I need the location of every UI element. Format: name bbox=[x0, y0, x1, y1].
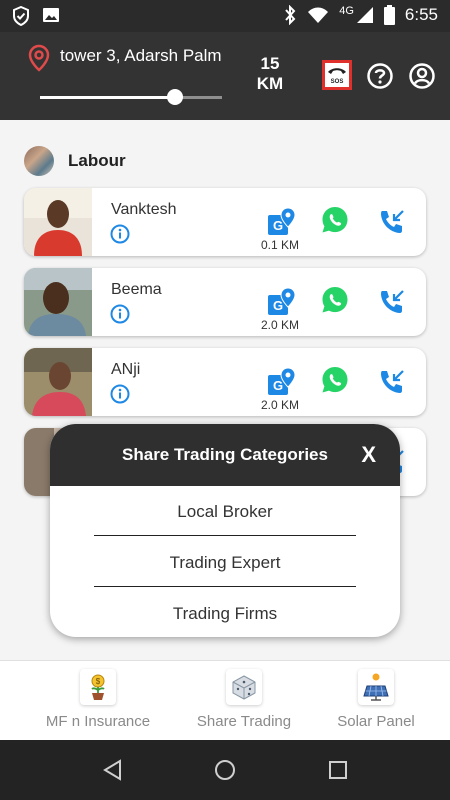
worker-name: Vanktesh bbox=[111, 201, 177, 218]
bottom-navigation: $ MF n Insurance Share Trading Solar Pan… bbox=[0, 660, 450, 740]
worker-card[interactable]: Vanktesh G 0.1 KM bbox=[24, 188, 426, 256]
distance-readout: 15 KM bbox=[250, 54, 290, 94]
divider bbox=[94, 586, 356, 587]
nav-label: Share Trading bbox=[196, 713, 292, 730]
svg-text:G: G bbox=[273, 218, 283, 233]
section-title: Labour bbox=[68, 151, 126, 170]
distance-unit: KM bbox=[256, 74, 284, 93]
worker-photo bbox=[24, 188, 92, 256]
radius-slider[interactable] bbox=[40, 89, 222, 105]
close-button[interactable]: X bbox=[361, 442, 376, 468]
whatsapp-icon[interactable] bbox=[321, 286, 349, 314]
nav-share-trading[interactable]: Share Trading bbox=[169, 669, 319, 730]
nav-label: MF n Insurance bbox=[45, 713, 151, 730]
money-plant-icon: $ bbox=[80, 669, 116, 705]
worker-distance: 2.0 KM bbox=[260, 398, 299, 412]
system-navigation-bar bbox=[0, 740, 450, 800]
nav-solar-panel[interactable]: Solar Panel bbox=[301, 669, 450, 730]
sos-phone-icon: SOS bbox=[328, 68, 346, 85]
call-icon[interactable] bbox=[378, 288, 406, 316]
radius-slider-thumb[interactable] bbox=[166, 89, 183, 105]
location-text[interactable]: tower 3, Adarsh Palm bbox=[60, 46, 222, 66]
worker-card[interactable]: Beema G 2.0 KM bbox=[24, 268, 426, 336]
sos-label: SOS bbox=[331, 79, 344, 85]
home-icon[interactable] bbox=[213, 758, 237, 782]
app-header: tower 3, Adarsh Palm 15 KM SOS bbox=[0, 32, 450, 120]
solar-panel-icon bbox=[358, 669, 394, 705]
worker-distance: 2.0 KM bbox=[260, 318, 299, 332]
google-maps-icon[interactable]: G bbox=[268, 367, 296, 397]
clock: 6:55 bbox=[404, 5, 438, 24]
info-icon[interactable] bbox=[110, 384, 130, 404]
network-type: 4G bbox=[339, 5, 354, 17]
info-icon[interactable] bbox=[110, 304, 130, 324]
divider bbox=[94, 535, 356, 536]
svg-text:G: G bbox=[273, 298, 283, 313]
recents-icon[interactable] bbox=[327, 758, 349, 782]
whatsapp-icon[interactable] bbox=[321, 366, 349, 394]
signal-icon bbox=[356, 7, 373, 23]
nav-label: Solar Panel bbox=[337, 713, 415, 730]
location-pin-icon[interactable] bbox=[28, 44, 50, 72]
worker-name: Beema bbox=[111, 281, 162, 298]
radius-slider-fill bbox=[40, 96, 175, 99]
status-bar: 4G 6:55 bbox=[0, 0, 450, 32]
nav-mf-insurance[interactable]: $ MF n Insurance bbox=[23, 669, 173, 730]
worker-photo bbox=[24, 268, 92, 336]
worker-name: ANji bbox=[111, 361, 141, 378]
dialog-header: Share Trading Categories X bbox=[50, 424, 400, 486]
worker-card[interactable]: ANji G 2.0 KM bbox=[24, 348, 426, 416]
worker-photo bbox=[24, 348, 92, 416]
svg-text:$: $ bbox=[96, 677, 101, 686]
svg-text:G: G bbox=[273, 378, 283, 393]
info-icon[interactable] bbox=[110, 224, 130, 244]
section-header: Labour bbox=[24, 146, 126, 176]
share-trading-categories-dialog: Share Trading Categories X Local Broker … bbox=[50, 424, 400, 637]
distance-value: 15 bbox=[260, 54, 280, 73]
shield-icon bbox=[13, 6, 29, 26]
battery-icon bbox=[383, 5, 395, 25]
category-trading-expert[interactable]: Trading Expert bbox=[50, 553, 400, 573]
call-icon[interactable] bbox=[378, 208, 406, 236]
back-icon[interactable] bbox=[101, 758, 123, 782]
section-avatar bbox=[24, 146, 54, 176]
image-icon bbox=[43, 8, 59, 22]
sos-button[interactable]: SOS bbox=[322, 60, 352, 90]
bluetooth-icon bbox=[285, 5, 296, 25]
call-icon[interactable] bbox=[378, 368, 406, 396]
wifi-icon bbox=[308, 7, 329, 23]
google-maps-icon[interactable]: G bbox=[268, 287, 296, 317]
dialog-title: Share Trading Categories bbox=[122, 445, 328, 464]
worker-distance: 0.1 KM bbox=[260, 238, 299, 252]
help-icon[interactable] bbox=[366, 62, 394, 90]
dice-icon bbox=[226, 669, 262, 705]
google-maps-icon[interactable]: G bbox=[268, 207, 296, 237]
category-trading-firms[interactable]: Trading Firms bbox=[50, 604, 400, 624]
whatsapp-icon[interactable] bbox=[321, 206, 349, 234]
profile-icon[interactable] bbox=[408, 62, 436, 90]
category-local-broker[interactable]: Local Broker bbox=[50, 502, 400, 522]
